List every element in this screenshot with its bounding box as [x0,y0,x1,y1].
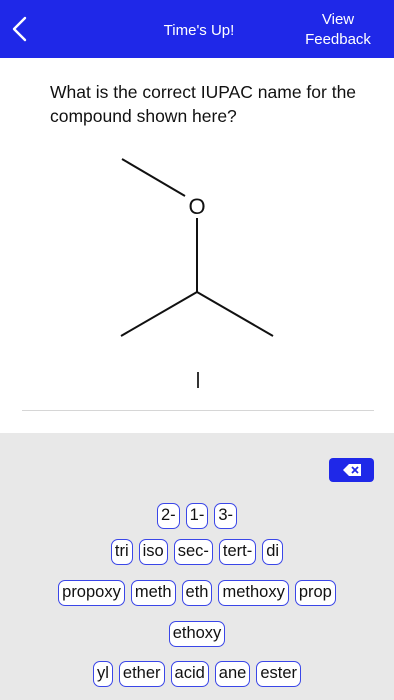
key-tert[interactable]: tert- [218,539,257,565]
answer-underline [22,410,374,411]
key-ane[interactable]: ane [214,661,251,687]
key-eth[interactable]: eth [181,580,213,606]
key-row-4: ethoxy [0,621,394,647]
key-ether[interactable]: ether [118,661,165,687]
key-di[interactable]: di [262,539,284,565]
question-text: What is the correct IUPAC name for the c… [50,82,357,126]
methyl-bond [121,158,186,197]
key-sec[interactable]: sec- [173,539,213,565]
key-ethoxy[interactable]: ethoxy [168,621,226,647]
key-tri[interactable]: tri [110,539,133,565]
key-propoxy[interactable]: propoxy [58,580,125,606]
key-meth[interactable]: meth [130,580,176,606]
key-acid[interactable]: acid [170,661,209,687]
answer-keyboard: 2- 1- 3- tri iso sec- tert- di propoxy m… [0,433,394,700]
key-iso[interactable]: iso [138,539,168,565]
key-row-3: propoxy meth eth methoxy prop [0,580,394,606]
key-prop[interactable]: prop [294,580,336,606]
key-1[interactable]: 1- [185,503,209,529]
key-row-1: 2- 1- 3- [0,503,394,529]
top-bar: Time's Up! View Feedback [0,0,394,58]
key-methoxy[interactable]: methoxy [218,580,289,606]
skeletal-structure-diagram: O [120,158,274,337]
backspace-icon [343,464,361,476]
backspace-button[interactable] [329,458,374,482]
key-row-5: yl ether acid ane ester [0,661,394,687]
view-feedback-button[interactable]: View Feedback [298,10,378,50]
key-yl[interactable]: yl [92,661,113,687]
key-3[interactable]: 3- [214,503,237,529]
left-methyl-bond [120,291,198,337]
key-row-2: tri iso sec- tert- di [0,539,394,565]
right-methyl-bond [196,291,274,337]
oxygen-atom-label: O [188,194,205,219]
answer-text-cursor[interactable] [197,372,199,388]
key-2[interactable]: 2- [156,503,180,529]
key-ester[interactable]: ester [256,661,302,687]
